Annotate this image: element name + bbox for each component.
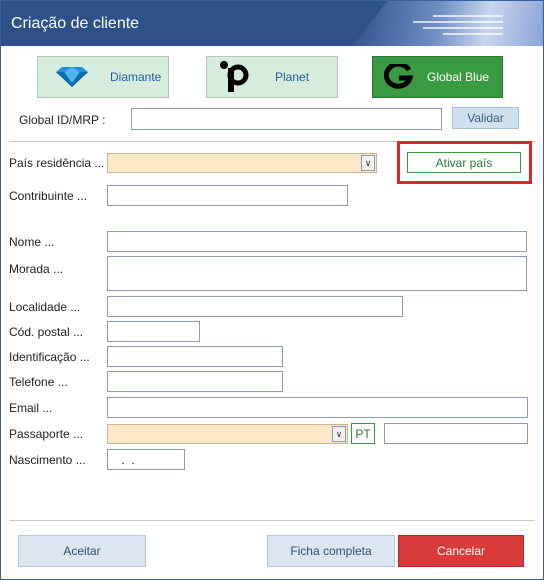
title-decoration [353, 1, 543, 46]
cod-postal-label: Cód. postal ... [9, 325, 84, 339]
nome-label: Nome ... [9, 235, 55, 249]
nome-input[interactable] [107, 231, 527, 252]
email-label: Email ... [9, 401, 53, 415]
planet-label: Planet [275, 70, 310, 84]
footer-divider [9, 520, 535, 521]
cancelar-button[interactable]: Cancelar [398, 535, 524, 567]
ativar-pais-button[interactable]: Ativar país [407, 152, 521, 173]
ficha-completa-button[interactable]: Ficha completa [267, 535, 395, 567]
global-id-label: Global ID/MRP : [19, 113, 106, 127]
chevron-down-icon[interactable]: ∨ [361, 155, 375, 171]
morada-label: Morada ... [9, 262, 64, 276]
validar-button[interactable]: Validar [452, 107, 519, 129]
morada-textarea[interactable] [107, 256, 527, 291]
telefone-input[interactable] [107, 371, 283, 392]
cod-postal-input[interactable] [107, 321, 200, 342]
telefone-label: Telefone ... [9, 375, 68, 389]
passaporte-label: Passaporte ... [9, 427, 84, 441]
title-bar: Criação de cliente [1, 1, 543, 46]
localidade-input[interactable] [107, 296, 403, 317]
global-id-input[interactable] [131, 108, 442, 130]
nascimento-date-input[interactable] [107, 449, 185, 470]
chevron-down-icon[interactable]: ∨ [332, 426, 346, 442]
aceitar-button[interactable]: Aceitar [18, 535, 146, 567]
diamond-icon [52, 65, 92, 89]
contribuinte-label: Contribuinte ... [9, 189, 88, 203]
pais-residencia-label: País residência ... [9, 156, 105, 170]
planet-p-icon [219, 60, 249, 94]
passaporte-country-select[interactable]: ∨ [107, 424, 348, 444]
global-blue-label: Global Blue [427, 70, 490, 84]
passaporte-number-input[interactable] [384, 423, 528, 444]
diamante-label: Diamante [110, 70, 162, 84]
global-blue-g-icon [383, 61, 414, 90]
contribuinte-input[interactable] [107, 185, 348, 206]
pais-residencia-select[interactable]: ∨ [107, 153, 377, 173]
identificacao-input[interactable] [107, 346, 283, 367]
window-title: Criação de cliente [11, 15, 140, 32]
diamante-button[interactable]: Diamante [37, 56, 169, 98]
client-creation-window: Criação de cliente Diamante Planet Globa… [0, 0, 544, 580]
localidade-label: Localidade ... [9, 300, 81, 314]
identificacao-label: Identificação ... [9, 350, 90, 364]
email-input[interactable] [107, 397, 528, 418]
global-blue-button[interactable]: Global Blue [372, 56, 503, 98]
planet-button[interactable]: Planet [206, 56, 338, 98]
passport-country-code-button[interactable]: PT [351, 423, 375, 444]
nascimento-label: Nascimento ... [9, 453, 86, 467]
